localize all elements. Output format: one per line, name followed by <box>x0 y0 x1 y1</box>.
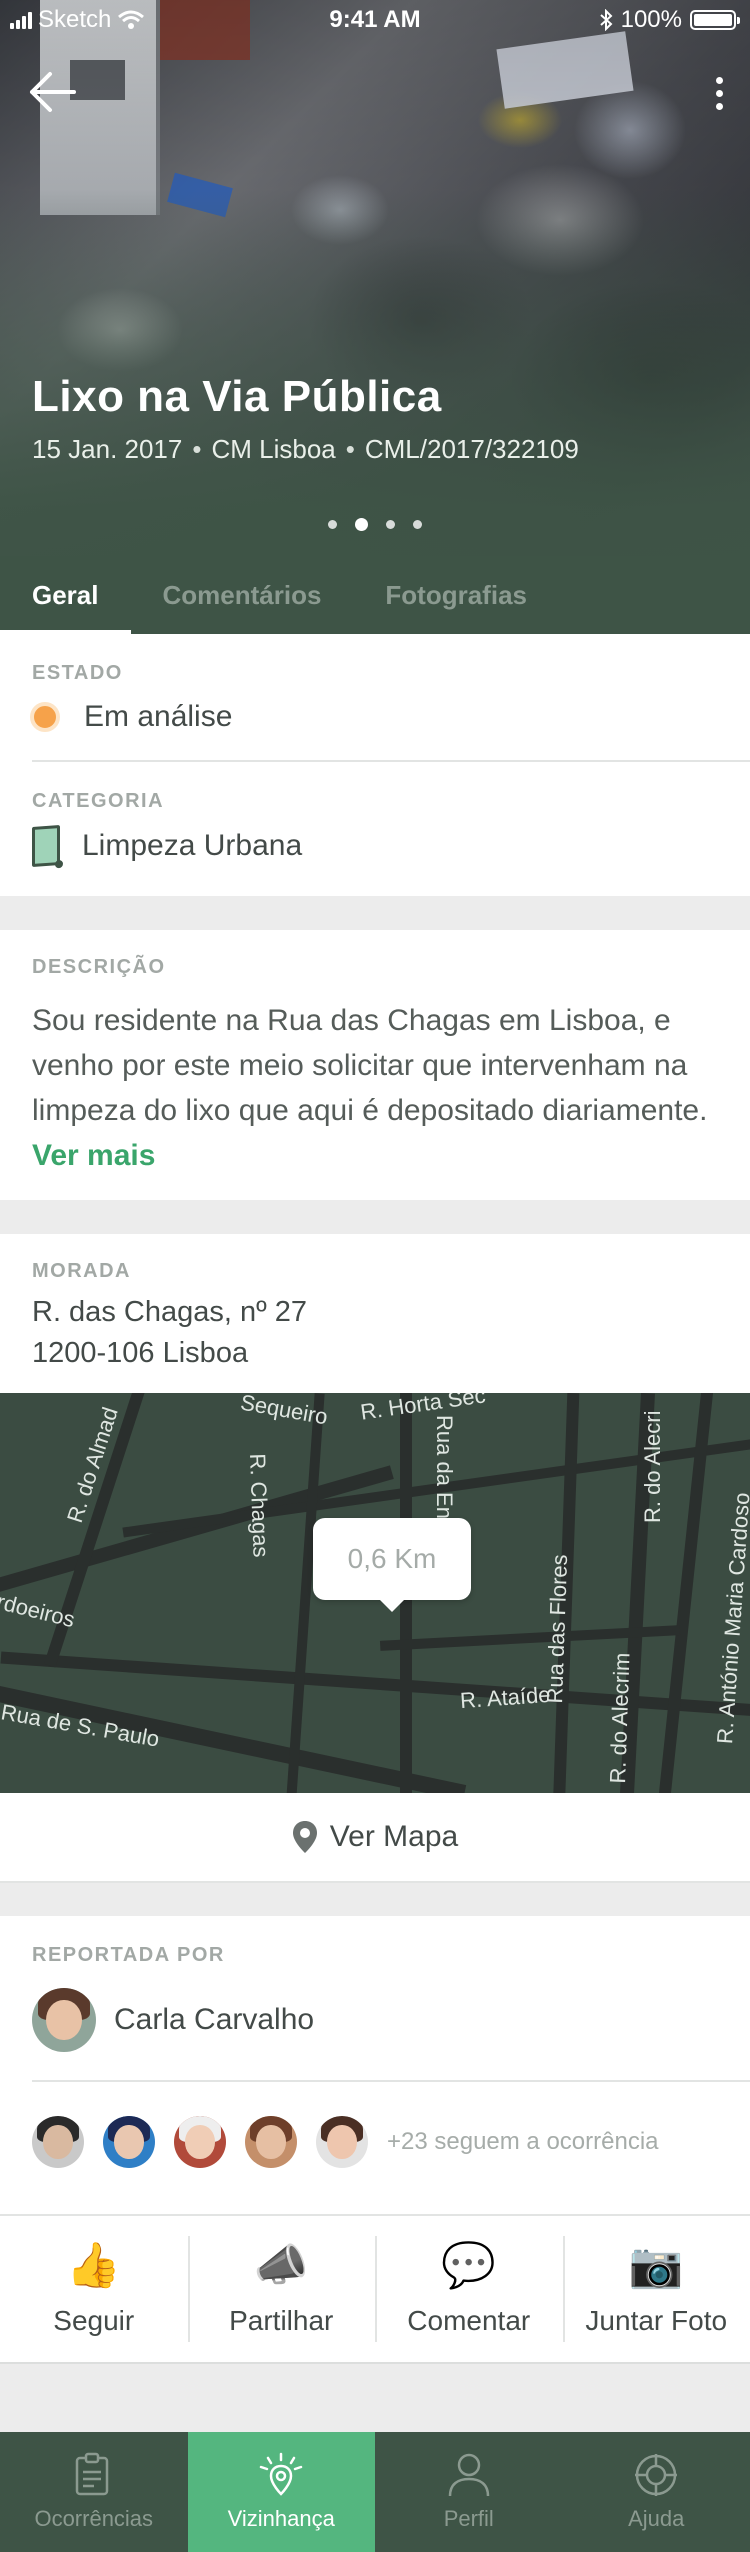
add-photo-label: Juntar Foto <box>585 2305 728 2336</box>
occurrence-meta: 15 Jan. 2017 • CM Lisboa • CML/2017/3221… <box>32 434 579 465</box>
section-tabs: Geral Comentários Fotografias <box>0 556 750 634</box>
address-text: R. das Chagas, nº 27 1200-106 Lisboa <box>32 1292 307 1374</box>
meta-separator: • <box>192 434 202 464</box>
description-body: Sou residente na Rua das Chagas em Lisbo… <box>32 1004 708 1127</box>
street-label: R. Chagas <box>245 1453 274 1558</box>
tabbar-item-ajuda[interactable]: Ajuda <box>563 2432 750 2552</box>
status-category-card: ESTADO Em análise CATEGORIA Limpeza Urba… <box>0 634 750 896</box>
occurrence-date: 15 Jan. 2017 <box>32 434 183 464</box>
distance-bubble: 0,6 Km <box>313 1518 471 1612</box>
divider <box>32 760 750 762</box>
carousel-dot[interactable] <box>328 520 337 529</box>
tab-comentarios[interactable]: Comentários <box>131 556 354 634</box>
status-right: 100% <box>599 6 740 34</box>
location-pin-icon <box>292 1821 317 1853</box>
carousel-dot[interactable] <box>386 520 395 529</box>
battery-percent: 100% <box>620 6 682 33</box>
trash-bin-icon <box>32 825 60 867</box>
carousel-dots[interactable] <box>0 518 750 531</box>
carousel-dot-active[interactable] <box>355 518 368 531</box>
thumbs-up-icon: 👍 <box>66 2241 122 2290</box>
view-map-label: Ver Mapa <box>329 1820 459 1853</box>
map-preview[interactable]: Sequeiro R. Horta Sec R. Chagas Rua da E… <box>0 1393 750 1793</box>
battery-icon <box>690 10 740 30</box>
clipboard-icon <box>75 2452 108 2496</box>
followers-row[interactable]: +23 seguem a ocorrência <box>32 2116 659 2168</box>
estado-row: Em análise <box>30 700 232 734</box>
street-label: Rua da En <box>432 1415 457 1519</box>
estado-value: Em análise <box>84 700 233 733</box>
reporter-name[interactable]: Carla Carvalho <box>114 2003 314 2037</box>
see-more-link[interactable]: Ver mais <box>32 1139 155 1172</box>
categoria-value: Limpeza Urbana <box>82 829 303 862</box>
estado-label: ESTADO <box>32 662 123 684</box>
address-card: MORADA R. das Chagas, nº 27 1200-106 Lis… <box>0 1234 750 1393</box>
speech-bubble-icon: 💬 <box>441 2241 497 2290</box>
follow-button[interactable]: 👍 Seguir <box>0 2216 188 2362</box>
address-line-2: 1200-106 Lisboa <box>32 1337 249 1369</box>
categoria-row: Limpeza Urbana <box>32 825 303 867</box>
back-arrow-icon[interactable] <box>28 70 78 114</box>
comment-button[interactable]: 💬 Comentar <box>375 2216 563 2362</box>
share-button[interactable]: 📣 Partilhar <box>187 2216 376 2362</box>
meta-separator: • <box>345 434 355 464</box>
add-photo-button[interactable]: 📷 Juntar Foto <box>562 2216 750 2362</box>
occurrence-reference: CML/2017/322109 <box>364 434 579 464</box>
hero-gradient-overlay <box>0 0 750 634</box>
hero-image[interactable]: Sketch 9:41 AM 100% Lixo na Via Pública … <box>0 0 750 634</box>
tabbar-item-ocorrencias[interactable]: Ocorrências <box>0 2432 188 2552</box>
more-options-icon[interactable] <box>704 68 734 118</box>
morada-label: MORADA <box>32 1260 131 1282</box>
address-line-1: R. das Chagas, nº 27 <box>32 1296 307 1328</box>
follower-avatar[interactable] <box>32 2116 84 2168</box>
lifebuoy-icon <box>635 2454 678 2496</box>
follower-avatar[interactable] <box>245 2116 297 2168</box>
description-text: Sou residente na Rua das Chagas em Lisbo… <box>32 998 718 1178</box>
categoria-label: CATEGORIA <box>32 790 165 812</box>
location-pin-icon <box>260 2452 303 2496</box>
street-label: R. Ataíde <box>459 1681 552 1714</box>
camera-icon: 📷 <box>628 2241 684 2290</box>
share-label: Partilhar <box>229 2305 334 2336</box>
tabbar-label: Perfil <box>443 2506 494 2531</box>
megaphone-icon: 📣 <box>253 2241 309 2290</box>
divider <box>32 2080 750 2082</box>
bottom-tab-bar: Ocorrências Vizinhança Perfil Ajuda <box>0 2432 750 2552</box>
tab-geral[interactable]: Geral <box>0 556 131 634</box>
follow-label: Seguir <box>53 2305 135 2336</box>
street-label: R. Horta Sec <box>358 1393 487 1425</box>
description-card: DESCRIÇÃO Sou residente na Rua das Chaga… <box>0 930 750 1200</box>
follower-avatar[interactable] <box>103 2116 155 2168</box>
view-map-button[interactable]: Ver Mapa <box>0 1793 750 1883</box>
tabbar-label: Ajuda <box>628 2506 685 2531</box>
carousel-dot[interactable] <box>413 520 422 529</box>
bluetooth-icon <box>599 9 613 31</box>
status-bar: Sketch 9:41 AM 100% <box>0 0 750 42</box>
status-dot-icon <box>30 702 60 732</box>
reporter-row[interactable]: Carla Carvalho <box>32 1988 314 2052</box>
person-icon <box>448 2453 489 2497</box>
tabbar-label: Vizinhança <box>227 2506 335 2531</box>
tabbar-item-vizinhanca[interactable]: Vizinhança <box>187 2432 375 2552</box>
comment-label: Comentar <box>407 2305 531 2336</box>
reporter-avatar[interactable] <box>32 1988 96 2052</box>
descricao-label: DESCRIÇÃO <box>32 956 166 978</box>
action-bar: 👍 Seguir 📣 Partilhar 💬 Comentar 📷 Juntar… <box>0 2214 750 2364</box>
occurrence-title: Lixo na Via Pública <box>32 372 442 421</box>
follower-avatar[interactable] <box>174 2116 226 2168</box>
street-label: R. do Alecri <box>640 1410 665 1524</box>
tab-fotografias[interactable]: Fotografias <box>353 556 559 634</box>
tabbar-label: Ocorrências <box>34 2506 154 2531</box>
tabbar-item-perfil[interactable]: Perfil <box>375 2432 563 2552</box>
street-label: R. do Alecrim <box>605 1652 635 1784</box>
follower-avatar[interactable] <box>316 2116 368 2168</box>
followers-count[interactable]: +23 seguem a ocorrência <box>387 2128 659 2156</box>
reporter-card: REPORTADA POR Carla Carvalho +23 seguem … <box>0 1916 750 2214</box>
reportada-label: REPORTADA POR <box>32 1944 225 1966</box>
occurrence-entity: CM Lisboa <box>211 434 336 464</box>
